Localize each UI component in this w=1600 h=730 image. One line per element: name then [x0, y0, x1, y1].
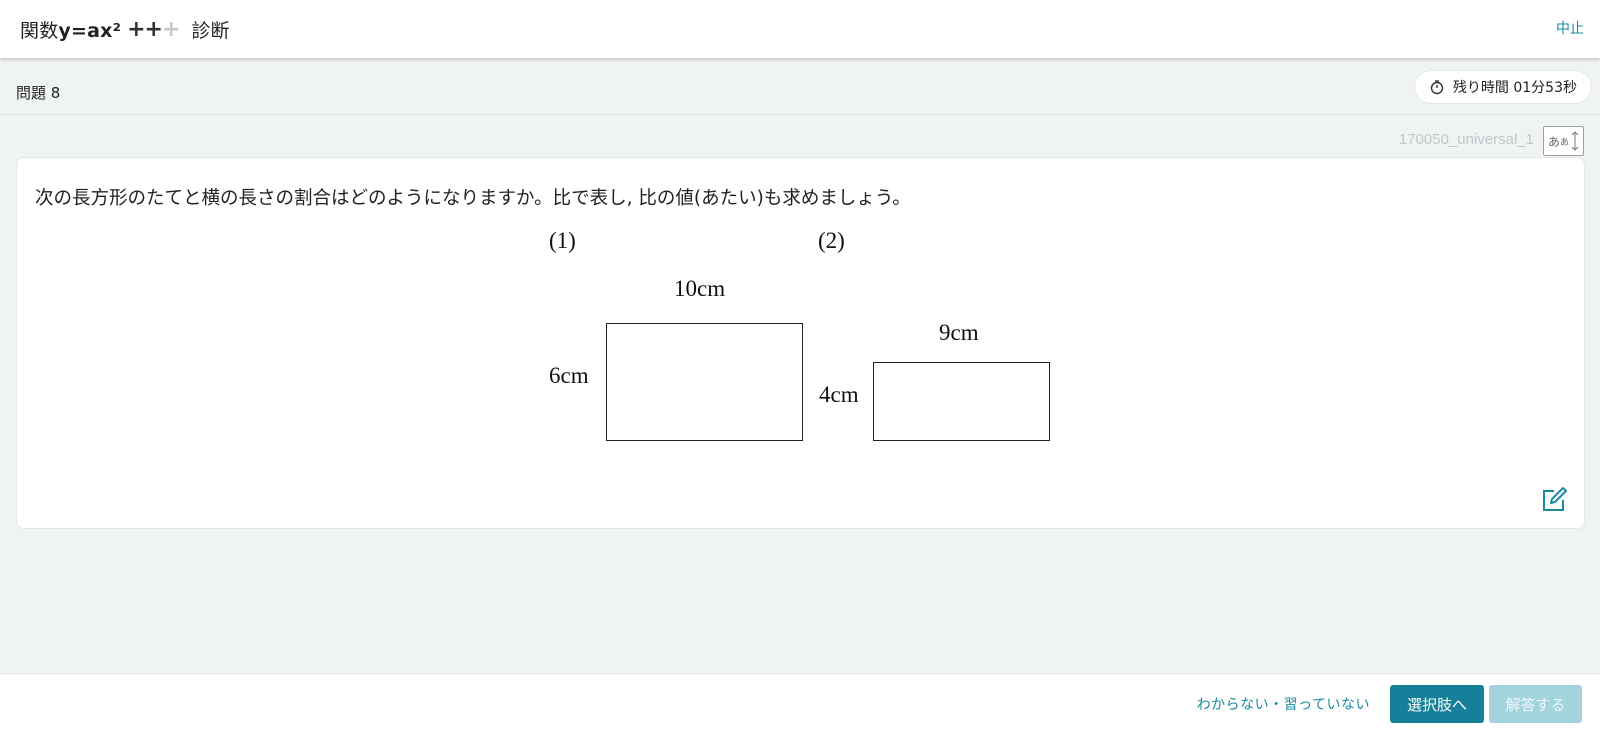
page-subtitle: 診断 — [191, 19, 230, 42]
question-card: 次の長方形のたてと横の長さの割合はどのようになりますか。比で表し, 比の値(あた… — [16, 157, 1585, 529]
font-size-arrow-icon — [1571, 131, 1579, 151]
figure1-rectangle — [606, 323, 803, 441]
question-number: 問題 8 — [16, 84, 61, 102]
figure1-label: (1) — [549, 228, 576, 253]
font-size-icon-small: あ — [1560, 137, 1570, 148]
level-plus-filled: ++ — [127, 16, 163, 42]
question-text: 次の長方形のたてと横の長さの割合はどのようになりますか。比で表し, 比の値(あた… — [35, 188, 911, 209]
footer-bar: わからない・習っていない 選択肢へ 解答する — [0, 673, 1600, 730]
timer-icon — [1430, 80, 1444, 95]
timer-text: 残り時間 01分53秒 — [1452, 80, 1577, 96]
font-size-button[interactable]: ああ — [1543, 126, 1584, 156]
figure2-width-label: 9cm — [939, 320, 979, 345]
content-code: 170050_universal_1 — [1398, 131, 1534, 148]
app-header: 関数y=ax² +++ 診断 中止 — [0, 0, 1600, 58]
title-formula: y=ax² — [58, 19, 122, 42]
level-indicator: +++ — [127, 16, 180, 42]
figure2-height-label: 4cm — [819, 382, 859, 407]
page-title: 関数y=ax² — [20, 16, 121, 43]
edit-memo-icon[interactable] — [1540, 486, 1568, 514]
figure1-width-label: 10cm — [674, 276, 726, 301]
figure2-label: (2) — [818, 228, 845, 253]
figure2-rectangle — [873, 362, 1050, 441]
quit-button[interactable]: 中止 — [1556, 18, 1584, 38]
go-to-choices-button[interactable]: 選択肢へ — [1390, 685, 1484, 723]
dont-know-button[interactable]: わからない・習っていない — [1197, 694, 1370, 714]
question-bar: 問題 8 残り時間 01分53秒 — [0, 58, 1600, 115]
level-plus-empty: + — [162, 16, 180, 42]
font-size-icon-large: あ — [1547, 134, 1560, 149]
title-prefix: 関数 — [20, 19, 59, 42]
figure1-height-label: 6cm — [549, 363, 589, 388]
timer-badge: 残り時間 01分53秒 — [1413, 70, 1592, 104]
submit-answer-button[interactable]: 解答する — [1489, 685, 1582, 723]
